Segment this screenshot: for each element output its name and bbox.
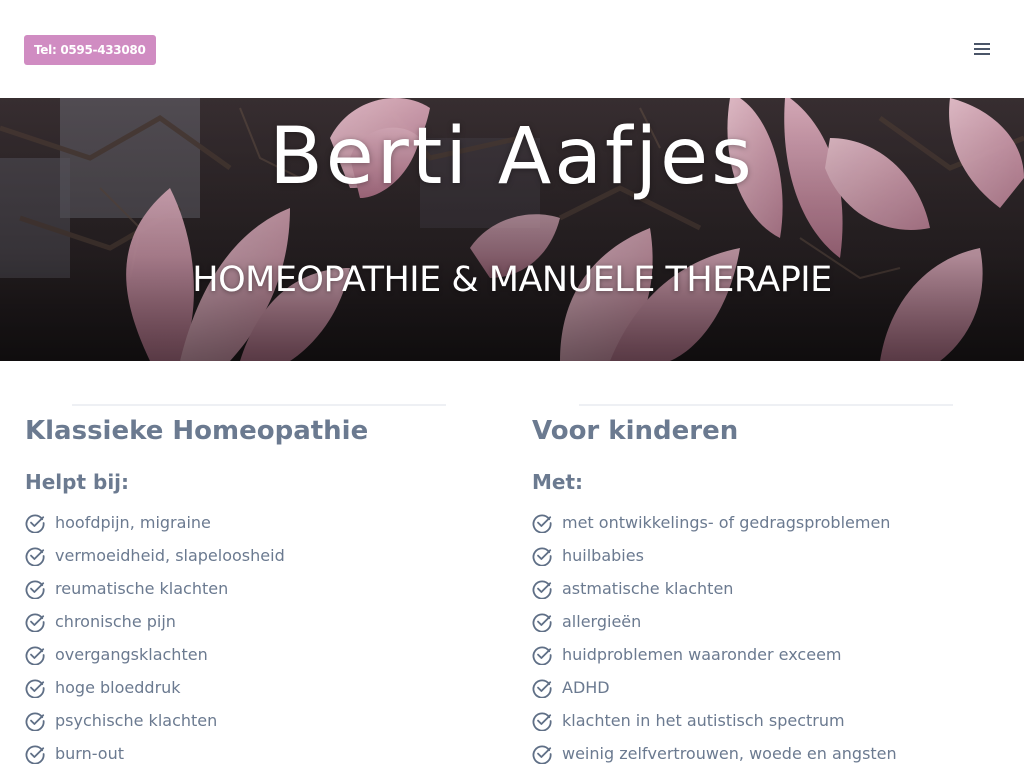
check-circle-icon <box>532 547 552 566</box>
check-circle-icon <box>25 646 45 665</box>
check-circle-icon <box>532 613 552 632</box>
hamburger-menu-icon[interactable] <box>968 38 996 60</box>
list-item-text: hoge bloeddruk <box>55 678 181 697</box>
hero-subtitle: HOMEOPATHIE & MANUELE THERAPIE <box>192 260 832 300</box>
check-circle-icon <box>25 745 45 764</box>
list-item: psychische klachten <box>25 709 285 742</box>
section-subtitle: Met: <box>532 470 584 494</box>
check-circle-icon <box>25 514 45 533</box>
list-item-text: chronische pijn <box>55 612 176 631</box>
check-circle-icon <box>532 679 552 698</box>
list-item: chronische pijn <box>25 610 285 643</box>
list-item-text: allergieën <box>562 612 642 631</box>
check-circle-icon <box>532 580 552 599</box>
list-item-text: klachten in het autistisch spectrum <box>562 711 845 730</box>
list-item-text: huidproblemen waaronder exceem <box>562 645 842 664</box>
hero-banner: Berti Aafjes HOMEOPATHIE & MANUELE THERA… <box>0 98 1024 361</box>
section-title: Klassieke Homeopathie <box>25 416 369 446</box>
check-circle-icon <box>25 547 45 566</box>
list-item: hoge bloeddruk <box>25 676 285 709</box>
hero-title: Berti Aafjes <box>269 112 755 202</box>
list-item: hoofdpijn, migraine <box>25 511 285 544</box>
site-header: Tel: 0595-433080 <box>0 0 1024 98</box>
list-item-text: reumatische klachten <box>55 579 229 598</box>
list-item-text: overgangsklachten <box>55 645 208 664</box>
list-item-text: vermoeidheid, slapeloosheid <box>55 546 285 565</box>
list-item: burn-out <box>25 742 285 775</box>
list-item-text: psychische klachten <box>55 711 218 730</box>
section-divider <box>579 404 953 406</box>
list-item: huilbabies <box>532 544 897 577</box>
check-circle-icon <box>532 712 552 731</box>
check-circle-icon <box>532 646 552 665</box>
list-item: ADHD <box>532 676 897 709</box>
check-circle-icon <box>532 745 552 764</box>
list-item: allergieën <box>532 610 897 643</box>
list-item: astmatische klachten <box>532 577 897 610</box>
check-circle-icon <box>532 514 552 533</box>
list-item-text: huilbabies <box>562 546 644 565</box>
section-subtitle: Helpt bij: <box>25 470 130 494</box>
list-item-text: hoofdpijn, migraine <box>55 513 211 532</box>
list-item-text: ADHD <box>562 678 610 697</box>
list-item-text: astmatische klachten <box>562 579 734 598</box>
list-item-text: weinig zelfvertrouwen, woede en angsten <box>562 744 897 763</box>
list-item: huidproblemen waaronder exceem <box>532 643 897 676</box>
check-circle-icon <box>25 712 45 731</box>
phone-button[interactable]: Tel: 0595-433080 <box>24 35 156 65</box>
check-list: met ontwikkelings- of gedragsproblemen h… <box>532 511 897 775</box>
check-list: hoofdpijn, migraine vermoeidheid, slapel… <box>25 511 285 775</box>
list-item: weinig zelfvertrouwen, woede en angsten <box>532 742 897 775</box>
list-item: reumatische klachten <box>25 577 285 610</box>
list-item-text: met ontwikkelings- of gedragsproblemen <box>562 513 891 532</box>
list-item: klachten in het autistisch spectrum <box>532 709 897 742</box>
list-item: met ontwikkelings- of gedragsproblemen <box>532 511 897 544</box>
check-circle-icon <box>25 580 45 599</box>
check-circle-icon <box>25 613 45 632</box>
section-divider <box>72 404 446 406</box>
list-item: vermoeidheid, slapeloosheid <box>25 544 285 577</box>
list-item-text: burn-out <box>55 744 125 763</box>
section-title: Voor kinderen <box>532 416 739 446</box>
check-circle-icon <box>25 679 45 698</box>
list-item: overgangsklachten <box>25 643 285 676</box>
